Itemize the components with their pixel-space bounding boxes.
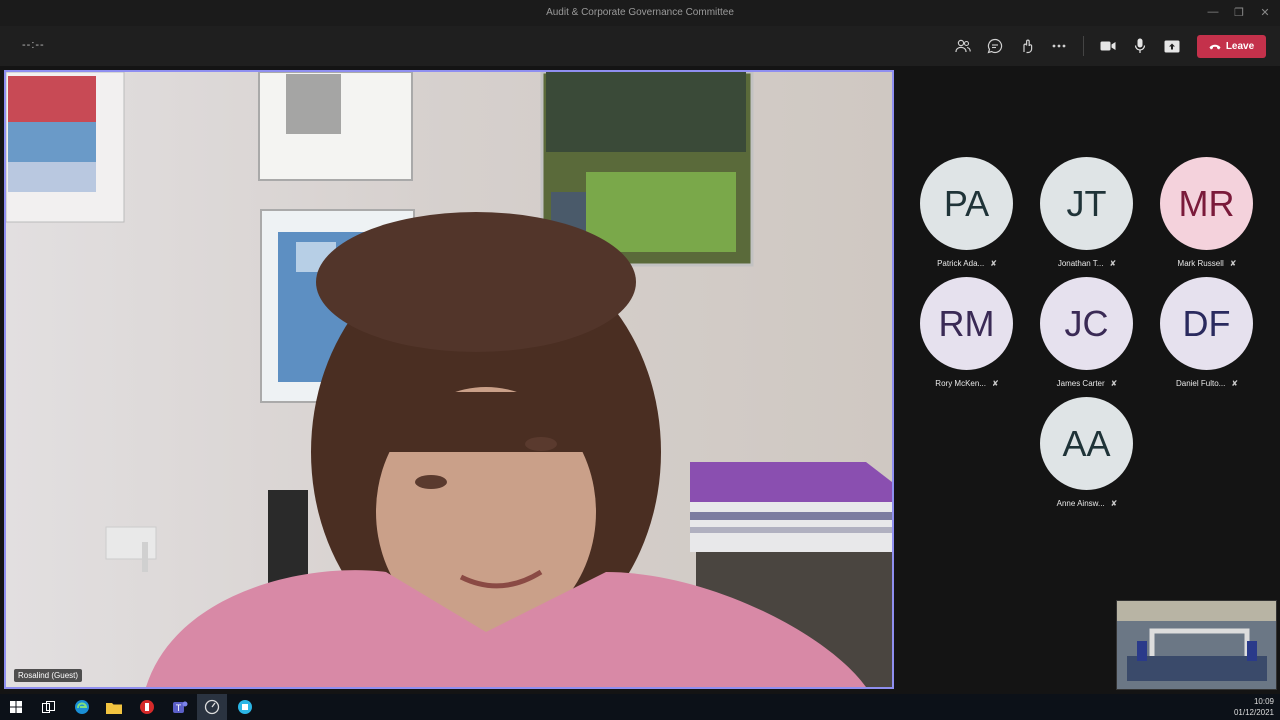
avatar: JC (1040, 277, 1133, 370)
participant-label: James Carter ✘ (1032, 379, 1142, 388)
participant-label: Mark Russell ✘ (1152, 259, 1262, 268)
teams-icon[interactable]: T (171, 698, 189, 716)
avatar: RM (920, 277, 1013, 370)
participant-tile[interactable]: JT Jonathan T... ✘ (1032, 157, 1142, 275)
participant-name: Rory McKen... (935, 379, 986, 388)
participant-tile[interactable]: DF Daniel Fulto... ✘ (1152, 277, 1262, 395)
meeting-timer: --:-- (22, 39, 45, 51)
main-video-tile[interactable]: Rosalind (Guest) (4, 70, 894, 689)
svg-text:T: T (176, 703, 182, 713)
mic-muted-icon: ✘ (1231, 379, 1239, 388)
participant-label: Rory McKen... ✘ (912, 379, 1022, 388)
toolbar-divider (1083, 36, 1084, 56)
mic-muted-icon: ✘ (990, 259, 997, 268)
participant-tile[interactable]: JC James Carter ✘ (1032, 277, 1142, 395)
mic-muted-icon: ✘ (1229, 259, 1237, 268)
share-screen-icon[interactable] (1160, 34, 1184, 58)
chat-icon[interactable] (983, 34, 1007, 58)
title-bar: Audit & Corporate Governance Committee —… (0, 0, 1280, 26)
participant-name: James Carter (1056, 379, 1105, 388)
window-title: Audit & Corporate Governance Committee (546, 7, 734, 18)
participant-label: Patrick Ada... ✘ (912, 259, 1022, 268)
avatar: JT (1040, 157, 1133, 250)
camera-icon[interactable] (1096, 34, 1120, 58)
participant-name-tag: Rosalind (Guest) (14, 669, 83, 682)
participant-name: Patrick Ada... (937, 259, 985, 268)
participant-name: Mark Russell (1177, 259, 1224, 268)
video-feed (6, 72, 892, 687)
leave-button[interactable]: Leave (1197, 35, 1266, 58)
clock-date: 01/12/2021 (1233, 708, 1274, 717)
participant-name: Anne Ainsw... (1056, 499, 1105, 508)
start-icon[interactable] (7, 698, 25, 716)
leave-label: Leave (1225, 41, 1255, 52)
close-icon[interactable]: ✕ (1258, 6, 1272, 19)
mic-muted-icon: ✘ (1110, 499, 1118, 508)
system-clock[interactable]: 10:09 01/12/2021 (1234, 696, 1274, 718)
restore-icon[interactable]: ❐ (1232, 6, 1246, 19)
minimize-icon[interactable]: — (1206, 6, 1220, 18)
room-feed (1117, 601, 1276, 689)
avatar: AA (1040, 397, 1133, 490)
avatar: PA (920, 157, 1013, 250)
participant-label: Daniel Fulto... ✘ (1152, 379, 1262, 388)
clock-time: 10:09 (1253, 697, 1274, 706)
avatar: DF (1160, 277, 1253, 370)
edge-browser-icon[interactable] (73, 698, 91, 716)
mic-icon[interactable] (1128, 34, 1152, 58)
app-red-icon[interactable] (138, 698, 156, 716)
people-icon[interactable] (951, 34, 975, 58)
hang-up-icon (1209, 44, 1221, 49)
mic-muted-icon: ✘ (1109, 259, 1117, 268)
participant-tile[interactable]: PA Patrick Ada... ✘ (912, 157, 1022, 275)
app-cyan-icon[interactable] (236, 698, 254, 716)
reactions-icon[interactable] (1015, 34, 1039, 58)
task-view-icon[interactable] (39, 698, 57, 716)
participant-name: Daniel Fulto... (1175, 379, 1226, 388)
meeting-toolbar: --:-- Leave (0, 26, 1280, 66)
participant-tile[interactable]: RM Rory McKen... ✘ (912, 277, 1022, 395)
participant-tile[interactable]: AA Anne Ainsw... ✘ (1032, 397, 1142, 515)
participant-label: Anne Ainsw... ✘ (1032, 499, 1142, 508)
mic-muted-icon: ✘ (991, 379, 999, 388)
room-camera-thumbnail[interactable] (1116, 600, 1277, 690)
participant-label: Jonathan T... ✘ (1032, 259, 1142, 268)
participant-name: Jonathan T... (1057, 259, 1104, 268)
file-explorer-icon[interactable] (105, 698, 123, 716)
more-icon[interactable] (1047, 34, 1071, 58)
clock-app-icon[interactable] (203, 698, 221, 716)
mic-muted-icon: ✘ (1110, 379, 1118, 388)
avatar: MR (1160, 157, 1253, 250)
windows-taskbar: T 10:09 01/12/2021 (0, 694, 1280, 720)
participant-tile[interactable]: MR Mark Russell ✘ (1152, 157, 1262, 275)
